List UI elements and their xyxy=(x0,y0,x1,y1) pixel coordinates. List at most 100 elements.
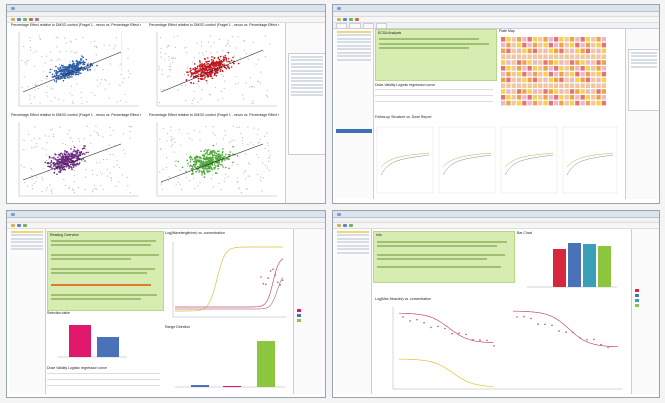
data-point xyxy=(40,80,43,82)
curve-plot-area[interactable] xyxy=(373,303,628,395)
table-icon[interactable] xyxy=(29,18,33,21)
data-point xyxy=(69,165,71,167)
data-point xyxy=(23,166,25,169)
save-icon[interactable] xyxy=(17,18,21,21)
properties-panel[interactable] xyxy=(625,29,659,199)
window-bottom-right: Info Bar Chart Log(Max Muscles) vs. conc… xyxy=(332,210,660,398)
data-point xyxy=(171,140,173,142)
open-icon[interactable] xyxy=(11,224,15,227)
plate-well xyxy=(585,89,591,94)
data-point xyxy=(188,180,191,182)
properties-list[interactable] xyxy=(288,53,325,155)
data-point xyxy=(206,80,209,83)
data-point xyxy=(218,150,220,152)
data-point xyxy=(65,157,68,160)
data-point xyxy=(204,64,206,66)
data-point xyxy=(197,156,199,159)
plate-well xyxy=(548,42,553,48)
scatter-plot-area[interactable] xyxy=(9,118,144,202)
plate-well xyxy=(543,48,548,54)
scatter-plot-area[interactable] xyxy=(147,28,282,112)
data-point xyxy=(565,331,567,333)
curve-plot-area[interactable] xyxy=(165,237,290,321)
tab[interactable] xyxy=(376,23,388,28)
save-icon[interactable] xyxy=(17,224,21,227)
tab[interactable] xyxy=(362,23,375,28)
curve-small-multiples[interactable] xyxy=(375,121,623,199)
data-point xyxy=(57,78,59,80)
open-icon[interactable] xyxy=(337,224,341,227)
plate-wells[interactable] xyxy=(499,35,609,109)
plate-well xyxy=(522,89,527,94)
bar xyxy=(97,337,119,357)
save-icon[interactable] xyxy=(343,18,347,21)
tab[interactable] xyxy=(349,23,361,28)
data-point xyxy=(75,67,78,69)
plate-well xyxy=(506,54,511,59)
data-point xyxy=(203,150,205,152)
data-tree-panel[interactable] xyxy=(9,229,46,394)
data-point xyxy=(94,69,96,71)
data-point xyxy=(131,126,133,128)
filter-icon[interactable] xyxy=(35,18,39,21)
properties-panel[interactable] xyxy=(293,229,325,394)
data-point xyxy=(217,165,219,167)
toolbar[interactable] xyxy=(7,223,325,229)
plate-well xyxy=(569,71,575,77)
properties-panel[interactable] xyxy=(631,229,659,394)
chart-icon[interactable] xyxy=(23,18,27,21)
data-point xyxy=(82,60,85,62)
table-icon[interactable] xyxy=(355,18,359,21)
save-icon[interactable] xyxy=(343,224,347,227)
data-point xyxy=(210,151,212,154)
data-point xyxy=(185,99,187,102)
bar-plot-area[interactable] xyxy=(517,237,627,293)
data-point xyxy=(160,56,162,58)
data-point xyxy=(206,83,208,85)
table-title: Dose-Validity Logistic regression curve xyxy=(375,83,436,87)
properties-list[interactable] xyxy=(628,49,659,111)
data-point xyxy=(48,158,50,160)
plate-well xyxy=(538,100,543,106)
data-point xyxy=(50,129,52,131)
plate-well xyxy=(532,100,538,106)
bar-plot-area[interactable] xyxy=(165,331,290,393)
chart-icon[interactable] xyxy=(349,224,353,227)
data-point xyxy=(163,88,165,91)
plate-well xyxy=(506,37,511,42)
tab[interactable] xyxy=(336,23,348,28)
plate-well xyxy=(538,77,543,83)
data-tree-panel[interactable] xyxy=(335,229,372,394)
properties-panel[interactable] xyxy=(285,23,325,203)
data-point xyxy=(168,56,170,58)
data-point xyxy=(168,175,170,178)
plate-well xyxy=(516,83,522,88)
chart-icon[interactable] xyxy=(23,224,27,227)
open-icon[interactable] xyxy=(11,18,15,21)
data-point xyxy=(27,185,29,187)
data-point xyxy=(193,129,195,131)
bar-plot-area[interactable] xyxy=(47,317,162,363)
plate-map[interactable]: Plate Map xyxy=(499,29,609,109)
chart-icon[interactable] xyxy=(349,18,353,21)
plate-well xyxy=(511,54,516,59)
data-point xyxy=(73,191,76,194)
data-point xyxy=(82,56,85,59)
data-point xyxy=(87,151,89,154)
data-point xyxy=(537,323,539,325)
data-point xyxy=(162,168,164,171)
open-icon[interactable] xyxy=(337,18,341,21)
toolbar[interactable] xyxy=(333,223,659,229)
data-tree-panel[interactable] xyxy=(335,29,374,199)
data-point xyxy=(216,51,218,53)
data-point xyxy=(263,177,265,179)
data-point xyxy=(71,76,73,78)
data-point xyxy=(202,170,205,172)
plate-well xyxy=(522,100,527,106)
plate-well xyxy=(585,54,591,59)
data-point xyxy=(232,146,234,148)
data-point xyxy=(230,59,233,62)
selected-tree-item[interactable] xyxy=(336,129,372,133)
data-point xyxy=(82,69,84,71)
scatter-plot-area[interactable] xyxy=(147,118,282,202)
